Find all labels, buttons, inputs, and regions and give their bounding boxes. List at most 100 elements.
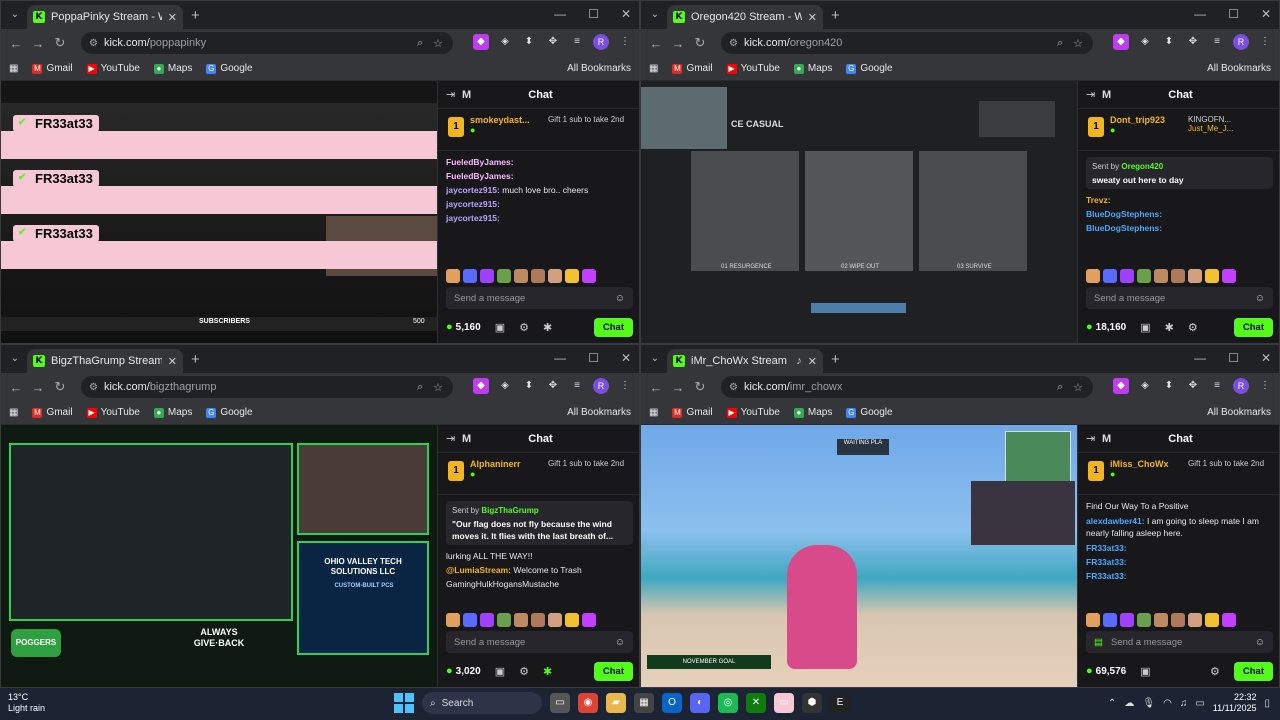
close-window-icon[interactable]: ✕ <box>1261 351 1271 365</box>
gift-icon[interactable]: ▣ <box>1140 665 1150 678</box>
emote-icon[interactable] <box>446 613 460 627</box>
extension-icon[interactable]: ◆ <box>473 378 489 394</box>
stream-video[interactable]: FR33at33 FR33at33 FR33at33 SUBSCRIBERS 5… <box>1 81 437 343</box>
chat-username[interactable]: FR33at33: <box>1086 543 1127 553</box>
epic-games-icon[interactable]: E <box>830 693 850 713</box>
emoji-icon[interactable]: ☺ <box>1255 637 1265 648</box>
emote-icon[interactable] <box>548 269 562 283</box>
emote-menu-icon[interactable]: ✱ <box>1165 321 1174 334</box>
emote-icon[interactable] <box>1222 269 1236 283</box>
outlook-icon[interactable]: O <box>662 693 682 713</box>
emote-icon[interactable] <box>1188 269 1202 283</box>
media-icon[interactable]: ≡ <box>1209 378 1225 394</box>
close-window-icon[interactable]: ✕ <box>1261 7 1271 21</box>
emote-icon[interactable] <box>565 613 579 627</box>
taskbar-search[interactable]: ⌕ Search <box>422 692 542 714</box>
gift-icon[interactable]: ▣ <box>495 665 505 678</box>
tab-search-icon[interactable]: ⌄ <box>647 7 663 23</box>
emote-icon[interactable] <box>1154 269 1168 283</box>
chat-send-button[interactable]: Chat <box>1233 661 1273 681</box>
zoom-icon[interactable]: ⌕ <box>1057 37 1063 50</box>
apps-icon[interactable]: ▦ <box>649 63 658 74</box>
extension-icon[interactable]: ◆ <box>1113 378 1129 394</box>
media-icon[interactable]: ≡ <box>569 34 585 50</box>
weather-widget[interactable]: 13°C Light rain <box>8 692 45 714</box>
gift-icon[interactable]: ▣ <box>495 321 505 334</box>
browser-tab[interactable]: K iMr_ChoWx Stream - Watch ♪ ✕ <box>667 349 823 373</box>
battery-icon[interactable]: ▭ <box>1195 698 1204 709</box>
emoji-icon[interactable]: ☺ <box>615 293 625 304</box>
mod-icon[interactable]: M <box>1102 433 1118 445</box>
emote-icon[interactable] <box>1171 269 1185 283</box>
reload-icon[interactable]: ↻ <box>689 35 711 51</box>
discord-icon[interactable]: ◐ <box>690 693 710 713</box>
app-icon[interactable]: ⬢ <box>802 693 822 713</box>
emote-icon[interactable] <box>514 613 528 627</box>
extension-icon[interactable]: ◈ <box>497 34 513 50</box>
bookmark-star-icon[interactable]: ☆ <box>433 37 443 50</box>
minimize-icon[interactable]: — <box>1194 351 1206 365</box>
chat-username[interactable]: jaycortez915: <box>446 199 500 209</box>
settings-icon[interactable]: ⚙ <box>1188 321 1198 334</box>
stream-video[interactable]: WAITING PLA NOVEMBER GOAL <box>641 425 1077 687</box>
reload-icon[interactable]: ↻ <box>49 379 71 395</box>
emote-icon[interactable] <box>548 613 562 627</box>
bookmark-google[interactable]: G Google <box>206 407 253 418</box>
bookmark-gmail[interactable]: M Gmail <box>672 63 713 74</box>
emote-icon[interactable] <box>582 613 596 627</box>
file-explorer-icon[interactable]: ▰ <box>606 693 626 713</box>
forward-icon[interactable]: → <box>27 380 49 395</box>
bookmark-youtube[interactable]: ▶ YouTube <box>726 407 780 418</box>
maximize-icon[interactable]: ☐ <box>1228 351 1239 365</box>
chat-input[interactable]: Send a message ☺ <box>446 287 633 309</box>
back-icon[interactable]: ← <box>645 36 667 51</box>
mod-icon[interactable]: M <box>462 433 478 445</box>
emote-icon[interactable] <box>582 269 596 283</box>
close-tab-icon[interactable]: ✕ <box>808 355 817 368</box>
pinned-by-user[interactable]: Oregon420 <box>1121 162 1163 171</box>
chat-username[interactable]: alexdawber41: <box>1086 516 1145 526</box>
chat-username[interactable]: BlueDogStephens: <box>1086 209 1162 219</box>
settings-icon[interactable]: ⚙ <box>1210 665 1220 678</box>
chat-username[interactable]: FR33at33: <box>1086 571 1127 581</box>
bookmark-maps[interactable]: ● Maps <box>793 407 832 418</box>
maximize-icon[interactable]: ☐ <box>1228 7 1239 21</box>
emote-icon[interactable] <box>463 613 477 627</box>
emote-icon[interactable] <box>463 269 477 283</box>
store-icon[interactable]: ▦ <box>634 693 654 713</box>
chat-send-button[interactable]: Chat <box>593 661 633 681</box>
apps-icon[interactable]: ▦ <box>9 63 18 74</box>
chat-send-button[interactable]: Chat <box>593 317 633 337</box>
mode-card-survive[interactable] <box>919 151 1027 271</box>
emote-icon[interactable] <box>1103 269 1117 283</box>
chat-username[interactable]: Trevz: <box>1086 195 1111 205</box>
chat-username[interactable]: FueledByJames: <box>446 157 514 167</box>
address-bar[interactable]: ⚙ kick.com/imr_chowx ⌕ ☆ <box>721 376 1093 398</box>
all-bookmarks[interactable]: All Bookmarks <box>567 407 631 418</box>
chat-send-button[interactable]: Chat <box>1233 317 1273 337</box>
emote-icon[interactable] <box>1222 613 1236 627</box>
new-tab-icon[interactable]: + <box>191 351 200 368</box>
chat-input[interactable]: Send a message ☺ <box>1086 287 1273 309</box>
reload-icon[interactable]: ↻ <box>49 35 71 51</box>
menu-icon[interactable]: ⋮ <box>617 34 633 50</box>
profile-avatar[interactable]: R <box>1233 378 1249 394</box>
gift-prompt[interactable]: Gift 1 sub to take 2nd <box>1188 459 1276 468</box>
profile-avatar[interactable]: R <box>1233 34 1249 50</box>
extension-icon[interactable]: ⬍ <box>521 378 537 394</box>
tab-search-icon[interactable]: ⌄ <box>7 7 23 23</box>
collapse-chat-icon[interactable]: ⇥ <box>446 88 458 101</box>
emote-icon[interactable] <box>1120 269 1134 283</box>
emote-icon[interactable] <box>480 269 494 283</box>
minimize-icon[interactable]: — <box>554 351 566 365</box>
notifications-icon[interactable]: ▯ <box>1264 698 1270 709</box>
browser-tab[interactable]: K BigzThaGrump Stream - Watch ✕ <box>27 349 183 373</box>
emote-icon[interactable] <box>497 269 511 283</box>
back-icon[interactable]: ← <box>5 380 27 395</box>
all-bookmarks[interactable]: All Bookmarks <box>1207 63 1271 74</box>
profile-avatar[interactable]: R <box>593 34 609 50</box>
app-icon[interactable]: ▭ <box>774 693 794 713</box>
zoom-icon[interactable]: ⌕ <box>1057 381 1063 394</box>
clock[interactable]: 22:32 11/11/2025 <box>1213 692 1257 714</box>
pinned-by-user[interactable]: BigzThaGrump <box>481 506 538 515</box>
